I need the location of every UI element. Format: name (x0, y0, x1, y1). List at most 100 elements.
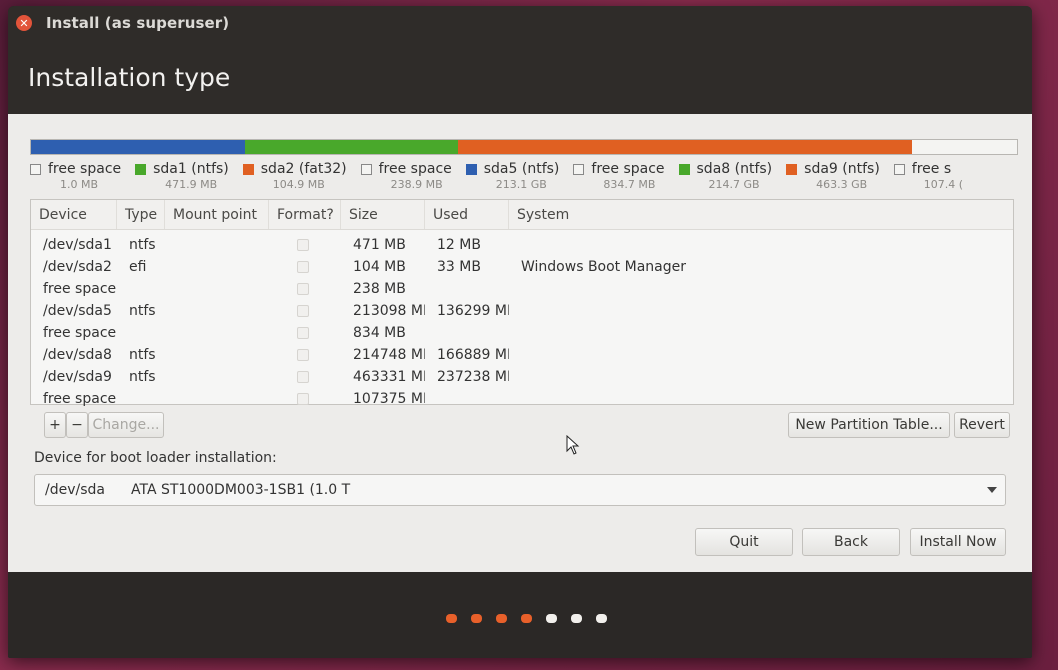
legend-item: sda2 (fat32) 104.9 MB (242, 161, 347, 195)
cell-size: 213098 MB (353, 303, 425, 319)
cell-format (269, 283, 341, 295)
legend-size: 834.7 MB (603, 178, 656, 191)
main-content: free space 1.0 MB sda1 (ntfs) 471.9 MB sda2 … (8, 114, 1032, 572)
back-button[interactable]: Back (802, 528, 900, 556)
cell-format (269, 239, 341, 251)
table-row[interactable]: /dev/sda2 efi 104 MB 33 MB Windows Boot Mana… (31, 256, 1013, 278)
step-dot-done (496, 614, 507, 623)
partition-bar (30, 139, 1018, 155)
format-checkbox[interactable] (297, 371, 309, 383)
install-now-button[interactable]: Install Now (910, 528, 1006, 556)
remove-partition-button[interactable]: − (66, 412, 88, 438)
cell-size: 214748 MB (353, 347, 425, 363)
close-icon[interactable]: ✕ (16, 15, 32, 31)
bootloader-device-select[interactable]: /dev/sda ATA ST1000DM003-1SB1 (1.0 T (34, 474, 1006, 506)
legend-size: 463.3 GB (816, 178, 868, 191)
table-row[interactable]: free space 834 MB (31, 322, 1013, 344)
format-checkbox[interactable] (297, 261, 309, 273)
legend-item: sda8 (ntfs) 214.7 GB (678, 161, 773, 195)
legend-swatch (573, 163, 585, 175)
add-partition-button[interactable]: + (44, 412, 66, 438)
legend-size: 104.9 MB (272, 178, 325, 191)
column-device[interactable]: Device (31, 200, 117, 229)
format-checkbox[interactable] (297, 393, 309, 405)
legend-swatch (678, 163, 690, 175)
legend-label: sda9 (ntfs) (804, 161, 880, 177)
legend-label: sda1 (ntfs) (153, 161, 229, 177)
legend-item: sda9 (ntfs) 463.3 GB (786, 161, 880, 195)
step-dot-pending (571, 614, 582, 623)
chevron-down-icon (987, 487, 997, 493)
window-title: Install (as superuser) (46, 14, 230, 32)
legend-item: sda1 (ntfs) 471.9 MB (135, 161, 229, 195)
change-partition-button[interactable]: Change... (88, 412, 164, 438)
legend-label: sda5 (ntfs) (483, 161, 560, 177)
cell-used: 237238 MB (437, 369, 509, 385)
cell-size: 834 MB (353, 325, 406, 341)
legend-label: free space (378, 161, 452, 177)
cell-format (269, 261, 341, 273)
format-checkbox[interactable] (297, 283, 309, 295)
cell-size: 107375 MB (353, 391, 425, 407)
installer-window: ✕ Install (as superuser) Installation ty… (8, 6, 1032, 658)
partition-legend: free space 1.0 MB sda1 (ntfs) 471.9 MB sda2 … (30, 161, 1016, 195)
cell-format (269, 349, 341, 361)
cell-device: /dev/sda8 (43, 347, 112, 363)
column-mount-point[interactable]: Mount point (165, 200, 269, 229)
cell-format (269, 371, 341, 383)
legend-swatch (893, 163, 905, 175)
page-header: Installation type (8, 40, 1032, 114)
cell-used: 136299 MB (437, 303, 509, 319)
column-size[interactable]: Size (341, 200, 425, 229)
format-checkbox[interactable] (297, 305, 309, 317)
legend-label: sda2 (fat32) (260, 161, 347, 177)
table-header: Device Type Mount point Format? Size Use… (31, 200, 1013, 230)
column-system[interactable]: System (509, 200, 1013, 229)
legend-item: free s 107.4 ( (893, 161, 963, 195)
cell-size: 238 MB (353, 281, 406, 297)
partition-toolbar: + − Change... New Partition Table... Rev… (30, 412, 1014, 440)
step-dot-done (521, 614, 532, 623)
partition-bar-segment (457, 140, 913, 154)
format-checkbox[interactable] (297, 349, 309, 361)
legend-swatch (30, 163, 41, 175)
cell-type: ntfs (129, 237, 156, 253)
revert-button[interactable]: Revert (954, 412, 1010, 438)
step-dot-pending (546, 614, 557, 623)
table-row[interactable]: /dev/sda5 ntfs 213098 MB 136299 MB (31, 300, 1013, 322)
table-row[interactable]: free space 238 MB (31, 278, 1013, 300)
format-checkbox[interactable] (297, 239, 309, 251)
step-dot-pending (596, 614, 607, 623)
legend-size: 213.1 GB (495, 178, 547, 191)
cell-device: free space (43, 325, 117, 341)
cell-device: free space (43, 281, 117, 297)
legend-item: free space 1.0 MB (30, 161, 121, 195)
column-used[interactable]: Used (425, 200, 509, 229)
table-row[interactable]: /dev/sda8 ntfs 214748 MB 166889 MB (31, 344, 1013, 366)
new-partition-table-button[interactable]: New Partition Table... (788, 412, 950, 438)
cell-size: 104 MB (353, 259, 406, 275)
step-dot-done (471, 614, 482, 623)
legend-item: sda5 (ntfs) 213.1 GB (465, 161, 560, 195)
cell-used: 33 MB (437, 259, 481, 275)
cell-format (269, 305, 341, 317)
cell-device: free space (43, 391, 117, 407)
table-row[interactable]: /dev/sda9 ntfs 463331 MB 237238 MB (31, 366, 1013, 388)
table-row[interactable]: /dev/sda1 ntfs 471 MB 12 MB (31, 234, 1013, 256)
bootloader-device: /dev/sda (45, 482, 105, 498)
column-type[interactable]: Type (117, 200, 165, 229)
legend-swatch (360, 163, 372, 175)
cell-device: /dev/sda5 (43, 303, 112, 319)
partition-table: Device Type Mount point Format? Size Use… (30, 199, 1014, 407)
legend-size: 214.7 GB (708, 178, 760, 191)
title-bar: ✕ Install (as superuser) (8, 6, 1032, 40)
table-row[interactable]: free space 107375 MB (31, 388, 1013, 410)
legend-label: free space (591, 161, 665, 177)
format-checkbox[interactable] (297, 327, 309, 339)
column-format[interactable]: Format? (269, 200, 341, 229)
quit-button[interactable]: Quit (695, 528, 793, 556)
cell-size: 471 MB (353, 237, 406, 253)
legend-label: sda8 (ntfs) (696, 161, 773, 177)
legend-size: 1.0 MB (60, 178, 99, 191)
partition-bar-segment (912, 140, 1017, 154)
